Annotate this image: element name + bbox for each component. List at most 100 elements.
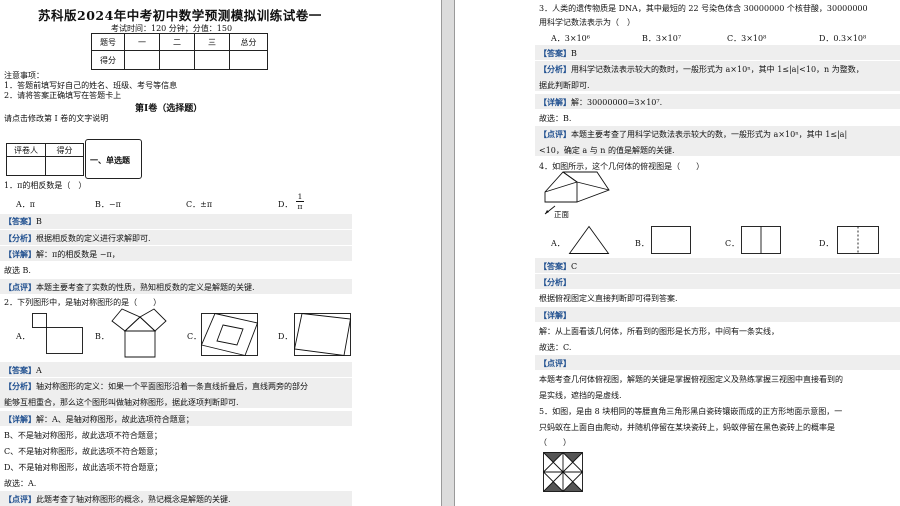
q4-detail-bg <box>535 307 900 322</box>
q3-conclusion: 故选：B. <box>539 114 572 123</box>
q2-analysis-line1: 【分析】轴对称图形的定义：如果一个平面图形沿着一条直线折叠后，直线两旁的部分 <box>4 381 308 392</box>
q4-front-label: 正面 <box>554 210 569 219</box>
q4-stem: 4．如图所示，这个几何体的俯视图是（ ） <box>539 162 705 171</box>
q2-comment: 【点评】此题考查了轴对称图形的概念，熟记概念是解题的关键. <box>4 494 231 505</box>
score-row-label: 得分 <box>91 50 125 70</box>
analysis-text: 根据相反数的定义进行求解即可. <box>36 234 151 243</box>
q3-comment-line1: 【点评】本题主要考查了用科学记数法表示较大的数，一般形式为 a×10ⁿ，其中 1… <box>539 129 847 140</box>
analysis-tag: 【分析】 <box>539 64 571 74</box>
section-title: 第Ⅰ卷（选择题） <box>135 104 203 114</box>
q4-conclusion: 故选：C. <box>539 343 572 352</box>
q2-option-b: B． <box>95 332 109 341</box>
q4-option-a: A． <box>551 239 565 248</box>
analysis-tag: 【分析】 <box>539 277 571 287</box>
q4-option-c: C． <box>725 239 740 248</box>
q2-figure-a <box>32 313 83 354</box>
analysis-text: 轴对称图形的定义：如果一个平面图形沿着一条直线折叠后，直线两旁的部分 <box>36 382 308 391</box>
q4-option-b: B． <box>635 239 649 248</box>
q4-solid-figure <box>544 171 610 215</box>
left-page: 苏科版2024年中考初中数学预测模拟训练试卷一 考试时间：120 分钟；分值：1… <box>0 0 442 506</box>
score-cell <box>194 50 230 70</box>
q2-stem: 2．下列图形中，是轴对称图形的是（ ） <box>4 298 162 307</box>
score-cell <box>159 50 195 70</box>
q4-comment-line1: 本题考查几何体俯视图，解题的关键是掌握俯视图定义及熟练掌握三视图中直接看到的 <box>539 375 843 384</box>
grader-cell <box>45 156 84 176</box>
q4-analysis: 根据俯视图定义直接判断即可得到答案. <box>539 294 678 303</box>
q1-option-b: B．−π <box>95 200 121 209</box>
q1-comment: 【点评】本题主要考查了实数的性质，熟知相反数的定义是解题的关键. <box>4 282 255 293</box>
q4-figure-a-triangle <box>568 225 610 254</box>
q3-stem-line2: 用科学记数法表示为（ ） <box>539 18 635 27</box>
q3-answer: 【答案】B <box>539 48 577 59</box>
q1-analysis: 【分析】根据相反数的定义进行求解即可. <box>4 233 151 244</box>
answer-tag: 【答案】 <box>4 216 36 226</box>
q1-option-d-denominator: π <box>297 202 303 211</box>
grader-label: 评卷人 <box>6 143 46 157</box>
q2-figure-d <box>293 313 352 357</box>
score-header: 一 <box>124 33 160 51</box>
q2-detail-line: C、不是轴对称图形，故此选项不符合题意； <box>4 447 163 456</box>
q1-conclusion: 故选 B. <box>4 266 31 275</box>
q2-answer: 【答案】A <box>4 365 42 376</box>
q2-figure-b <box>111 308 167 358</box>
answer-value: B <box>36 217 42 226</box>
q5-stem-line3: （ ） <box>539 438 571 447</box>
answer-value: C <box>571 262 578 271</box>
score-header: 总分 <box>229 33 268 51</box>
q4-answer: 【答案】C <box>539 261 577 272</box>
note-item: 2．请将答案正确填写在答题卡上 <box>4 91 122 100</box>
q4-figure-d-dashed-rectangle <box>837 226 879 254</box>
q4-answer-bg <box>535 258 900 273</box>
score-cell <box>124 50 160 70</box>
analysis-text: 用科学记数法表示较大的数时，一般形式为 a×10ⁿ，其中 1≤|a|<10，n … <box>571 65 864 74</box>
detail-tag: 【详解】 <box>4 249 36 259</box>
q4-figure-c-divided-rectangle <box>741 226 781 254</box>
q5-stem-line1: 5．如图，是由 8 块相同的等腰直角三角形黑白瓷砖镶嵌而成的正方形地面示意图，一 <box>539 407 843 416</box>
detail-tag: 【详解】 <box>539 310 571 320</box>
q3-option-a: A．3×10⁶ <box>551 34 590 43</box>
q2-analysis-line2: 能够互相重合，那么这个图形叫做轴对称图形，据此逐项判断即可. <box>4 398 239 407</box>
q2-option-d: D． <box>278 332 293 341</box>
q1-option-d: D． <box>278 200 293 209</box>
answer-tag: 【答案】 <box>539 48 571 58</box>
score-header: 题号 <box>91 33 125 51</box>
q2-answer-bg <box>0 362 352 377</box>
detail-tag: 【详解】 <box>4 414 36 424</box>
comment-text: 本题主要考查了实数的性质，熟知相反数的定义是解题的关键. <box>36 283 255 292</box>
answer-value: B <box>571 49 577 58</box>
q3-detail: 【详解】解：30000000=3×10⁷. <box>539 97 662 108</box>
right-page: 3．人类的遗传物质是 DNA，其中最短的 22 号染色体含 30000000 个… <box>454 0 900 506</box>
comment-text: 本题主要考查了用科学记数法表示较大的数，一般形式为 a×10ⁿ，其中 1≤|a| <box>571 130 848 139</box>
answer-tag: 【答案】 <box>4 365 36 375</box>
q3-answer-bg <box>535 45 900 60</box>
grader-cell <box>6 156 46 176</box>
comment-tag: 【点评】 <box>4 282 36 292</box>
q4-figure-b-rectangle <box>651 226 691 254</box>
q2-option-a: A． <box>16 332 30 341</box>
section-hint: 请点击修改第 I 卷的文字说明 <box>4 114 109 123</box>
analysis-tag: 【分析】 <box>4 233 36 243</box>
score-header: 二 <box>159 33 195 51</box>
q4-comment-line2: 是实线，遮挡的是虚线. <box>539 391 622 400</box>
q1-answer-bg <box>0 214 352 229</box>
page-gutter <box>442 0 454 506</box>
detail-text: 解：A、是轴对称图形，故此选项符合题意； <box>36 415 194 424</box>
detail-tag: 【详解】 <box>539 97 571 107</box>
q4-analysis-bg <box>535 274 900 289</box>
comment-tag: 【点评】 <box>539 129 571 139</box>
q1-stem: 1．π的相反数是（ ） <box>4 181 87 190</box>
q4-comment-bg <box>535 355 900 370</box>
comment-text: 此题考查了轴对称图形的概念，熟记概念是解题的关键. <box>36 495 231 504</box>
comment-tag: 【点评】 <box>539 358 571 368</box>
q3-option-c: C．3×10⁸ <box>727 34 767 43</box>
q2-option-c: C． <box>187 332 202 341</box>
answer-tag: 【答案】 <box>539 261 571 271</box>
q1-option-c: C．±π <box>186 200 213 209</box>
q1-option-d-numerator: 1 <box>296 192 304 202</box>
q5-stem-line2: 只蚂蚁在上面自由爬动，并随机停留在某块瓷砖上，蚂蚁停留在黑色瓷砖上的概率是 <box>539 423 835 432</box>
part-title: 一、单选题 <box>90 155 130 165</box>
q3-analysis-line2: 据此判断即可. <box>539 81 590 90</box>
grader-label: 得分 <box>45 143 84 157</box>
q4-detail: 解：从上面看该几何体，所看到的图形是长方形，中间有一条实线， <box>539 327 779 336</box>
answer-value: A <box>36 366 42 375</box>
